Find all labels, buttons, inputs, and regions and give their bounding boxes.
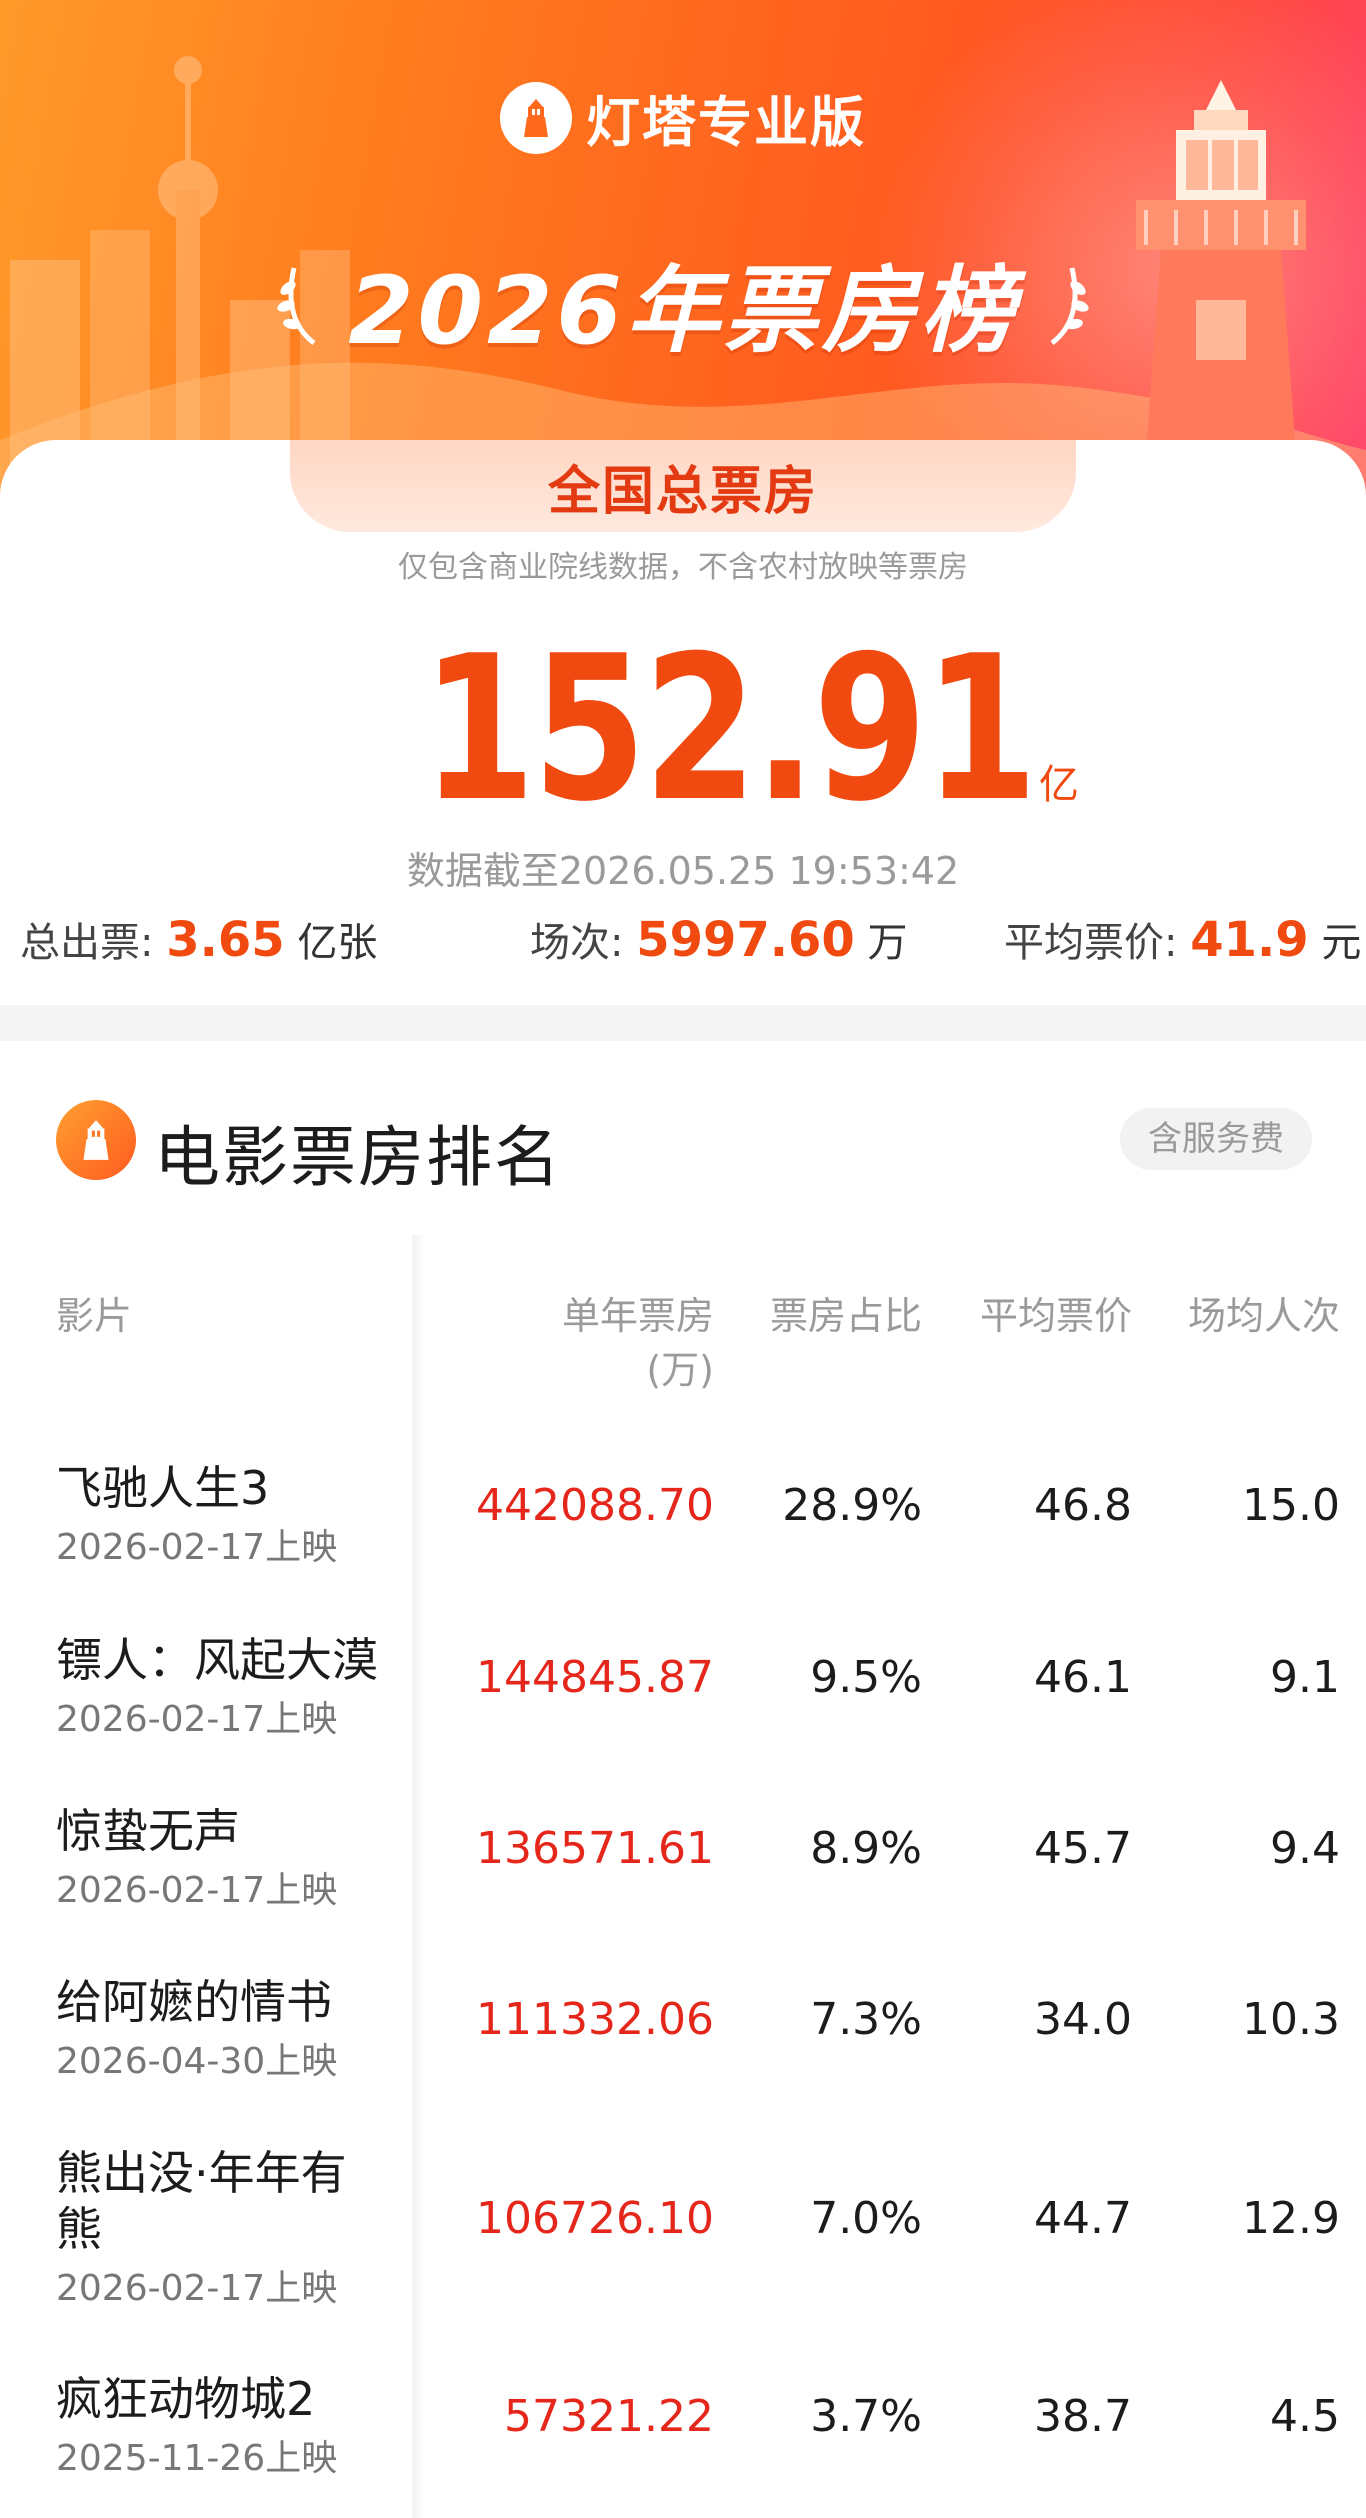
avg-people-value: 9.1 bbox=[1270, 1652, 1340, 1703]
box-office-value: 57321.22 bbox=[504, 2391, 714, 2442]
table-row[interactable]: 飞驰人生3 2026-02-17上映 442088.70 28.9% 46.8 … bbox=[0, 1460, 1366, 1620]
film-title: 惊蛰无声 bbox=[56, 1804, 240, 1858]
avg-people-value: 9.4 bbox=[1270, 1823, 1340, 1874]
stat-avg-price-unit: 元 bbox=[1321, 920, 1362, 966]
film-title: 疯狂动物城2 bbox=[56, 2372, 316, 2426]
box-office-value: 442088.70 bbox=[476, 1480, 714, 1531]
release-date: 2026-02-17上映 bbox=[56, 2268, 338, 2309]
share-value: 7.3% bbox=[810, 1994, 922, 2045]
total-box-office-label: 全国总票房 bbox=[547, 461, 818, 522]
table-row[interactable]: 给阿嬷的情书 2026-04-30上映 111332.06 7.3% 34.0 … bbox=[0, 1974, 1366, 2134]
avg-people-value: 10.3 bbox=[1242, 1994, 1340, 2045]
stat-tickets-value: 3.65 bbox=[166, 912, 285, 968]
lighthouse-section-icon bbox=[56, 1100, 136, 1180]
box-office-value: 111332.06 bbox=[476, 1994, 714, 2045]
ranking-title: 电影票房排名 bbox=[154, 1119, 562, 1196]
avg-price-value: 34.0 bbox=[1034, 1994, 1132, 2045]
box-office-value: 106726.10 bbox=[476, 2193, 714, 2244]
summary-stats: 总出票: 3.65 亿张 场次: 5997.60 万 平均票价: 41.9 元 bbox=[0, 910, 1366, 970]
col-header-avg-price[interactable]: 平均票价 bbox=[980, 1285, 1132, 1340]
stat-avg-price: 平均票价: 41.9 元 bbox=[1004, 910, 1361, 968]
ranking-header: 电影票房排名 含服务费 bbox=[0, 1100, 1366, 1196]
table-row[interactable]: 熊出没·年年有熊 2026-02-17上映 106726.10 7.0% 44.… bbox=[0, 2145, 1366, 2355]
share-value: 8.9% bbox=[810, 1823, 922, 1874]
share-value: 28.9% bbox=[782, 1480, 922, 1531]
stat-tickets-unit: 亿张 bbox=[297, 920, 378, 966]
share-value: 9.5% bbox=[810, 1652, 922, 1703]
stat-shows-label: 场次: bbox=[530, 920, 624, 966]
film-title: 熊出没·年年有熊 bbox=[56, 2146, 347, 2256]
release-date: 2025-11-26上映 bbox=[56, 2438, 338, 2479]
lighthouse-logo-icon bbox=[500, 81, 572, 154]
table-row[interactable]: 疯狂动物城2 2025-11-26上映 57321.22 3.7% 38.7 4… bbox=[0, 2371, 1366, 2501]
release-date: 2026-02-17上映 bbox=[56, 1699, 338, 1740]
box-office-value: 136571.61 bbox=[476, 1823, 714, 1874]
total-box-office: 152.91 亿 bbox=[0, 630, 1366, 830]
data-timestamp: 数据截至2026.05.25 19:53:42 bbox=[406, 849, 960, 893]
col-header-box-office-unit: (万) bbox=[646, 1348, 714, 1392]
share-value: 7.0% bbox=[810, 2193, 922, 2244]
page-title-row: 2026年票房榜 bbox=[0, 235, 1366, 371]
laurel-left-icon bbox=[277, 267, 316, 345]
film-title: 镖人：风起大漠 bbox=[56, 1633, 378, 1687]
brand-header: 灯塔专业版 bbox=[0, 78, 1366, 157]
avg-people-value: 12.9 bbox=[1242, 2193, 1340, 2244]
col-header-box-office[interactable]: 单年票房 bbox=[562, 1285, 714, 1340]
film-title: 给阿嬷的情书 bbox=[56, 1975, 332, 2029]
avg-price-value: 46.8 bbox=[1034, 1480, 1132, 1531]
laurel-right-icon bbox=[1050, 267, 1089, 345]
avg-people-value: 4.5 bbox=[1270, 2391, 1340, 2442]
release-date: 2026-04-30上映 bbox=[56, 2041, 338, 2082]
film-title: 飞驰人生3 bbox=[56, 1461, 270, 1515]
col-header-share[interactable]: 票房占比 bbox=[770, 1285, 922, 1340]
stat-shows-unit: 万 bbox=[867, 920, 908, 966]
avg-people-value: 15.0 bbox=[1242, 1480, 1340, 1531]
section-divider bbox=[0, 1005, 1366, 1041]
table-row[interactable]: 惊蛰无声 2026-02-17上映 136571.61 8.9% 45.7 9.… bbox=[0, 1803, 1366, 1963]
release-date: 2026-02-17上映 bbox=[56, 1527, 338, 1568]
table-row[interactable]: 镖人：风起大漠 2026-02-17上映 144845.87 9.5% 46.1… bbox=[0, 1632, 1366, 1792]
avg-price-value: 46.1 bbox=[1034, 1652, 1132, 1703]
avg-price-value: 44.7 bbox=[1034, 2193, 1132, 2244]
data-scope-note: 仅包含商业院线数据，不含农村放映等票房 bbox=[398, 550, 968, 585]
brand-name: 灯塔专业版 bbox=[586, 91, 866, 154]
avg-price-value: 45.7 bbox=[1034, 1823, 1132, 1874]
total-box-office-pill: 全国总票房 bbox=[290, 440, 1076, 532]
stat-shows-value: 5997.60 bbox=[636, 912, 855, 968]
stat-tickets: 总出票: 3.65 亿张 bbox=[20, 910, 377, 968]
release-date: 2026-02-17上映 bbox=[56, 1870, 338, 1911]
col-header-avg-people[interactable]: 场均人次 bbox=[1188, 1285, 1340, 1340]
service-fee-toggle[interactable]: 含服务费 bbox=[1120, 1108, 1312, 1170]
total-box-office-unit: 亿 bbox=[1038, 762, 1079, 808]
stat-avg-price-value: 41.9 bbox=[1190, 912, 1309, 968]
box-office-table: 影片 单年票房 (万) 票房占比 平均票价 场均人次 飞驰人生3 2026-02… bbox=[0, 1235, 1366, 2518]
avg-price-value: 38.7 bbox=[1034, 2391, 1132, 2442]
stat-tickets-label: 总出票: bbox=[20, 920, 154, 966]
total-box-office-card: 全国总票房 仅包含商业院线数据，不含农村放映等票房 152.91 亿 数据截至2… bbox=[0, 440, 1366, 1000]
stat-shows: 场次: 5997.60 万 bbox=[530, 910, 908, 968]
page-title: 2026年票房榜 bbox=[348, 257, 1018, 366]
total-box-office-value: 152.91 bbox=[421, 613, 1038, 846]
share-value: 3.7% bbox=[810, 2391, 922, 2442]
col-header-film[interactable]: 影片 bbox=[56, 1285, 132, 1340]
stat-avg-price-label: 平均票价: bbox=[1004, 920, 1178, 966]
box-office-value: 144845.87 bbox=[476, 1652, 714, 1703]
